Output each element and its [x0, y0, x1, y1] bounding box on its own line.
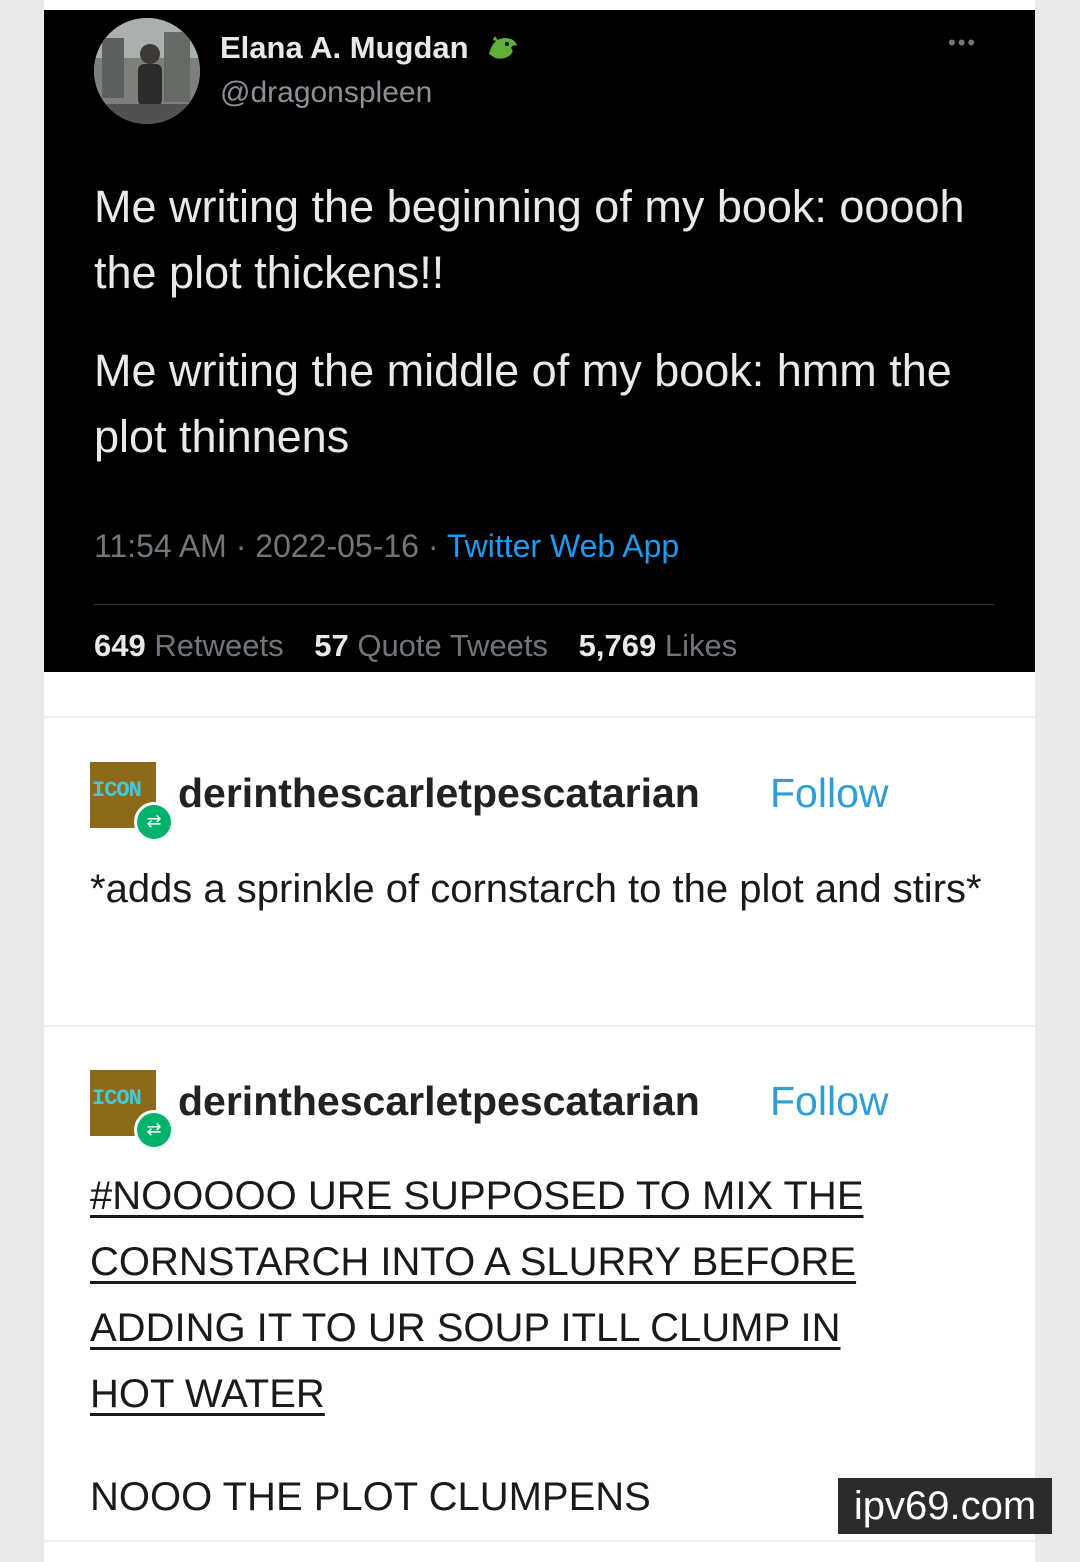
follow-button[interactable]: Follow	[770, 1078, 888, 1125]
tag-link[interactable]: CORNSTARCH INTO A SLURRY BEFORE	[90, 1240, 856, 1284]
meta-separator: ·	[235, 528, 256, 564]
display-name[interactable]: Elana A. Mugdan	[220, 30, 521, 66]
tweet-time[interactable]: 11:54 AM	[94, 528, 227, 564]
watermark: ipv69.com	[838, 1478, 1052, 1534]
tweet-stats: 649 Retweets 57 Quote Tweets 5,769 Likes	[94, 628, 759, 664]
user-avatar[interactable]: ICON ⇄	[90, 1070, 174, 1150]
avatar[interactable]	[94, 18, 200, 124]
post-separator	[44, 1025, 1035, 1027]
tweet-paragraph-2: Me writing the middle of my book: hmm th…	[94, 345, 952, 462]
reblog-icon: ⇄	[134, 802, 174, 842]
meta-separator: ·	[427, 528, 447, 564]
post-separator	[44, 716, 1035, 718]
likes-stat[interactable]: 5,769 Likes	[579, 628, 738, 663]
tweet-card: Elana A. Mugdan @dragonspleen ••• Me wri…	[44, 10, 1035, 672]
handle[interactable]: @dragonspleen	[220, 76, 432, 110]
tweet-meta: 11:54 AM · 2022-05-16 · Twitter Web App	[94, 528, 679, 565]
post-body: *adds a sprinkle of cornstarch to the pl…	[90, 867, 982, 911]
reblog-icon: ⇄	[134, 1110, 174, 1150]
username[interactable]: derinthescarletpescatarian	[178, 1078, 700, 1125]
tag-link[interactable]: HOT WATER	[90, 1372, 325, 1416]
post-tags: #NOOOOO URE SUPPOSED TO MIX THE CORNSTAR…	[90, 1163, 970, 1427]
tweet-paragraph-1: Me writing the beginning of my book: ooo…	[94, 181, 965, 298]
divider	[94, 604, 994, 605]
follow-button[interactable]: Follow	[770, 770, 888, 817]
tag-link[interactable]: #NOOOOO URE SUPPOSED TO MIX THE	[90, 1174, 864, 1218]
user-avatar[interactable]: ICON ⇄	[90, 762, 174, 842]
quote-tweets-stat[interactable]: 57 Quote Tweets	[314, 628, 556, 663]
post-separator	[44, 1540, 1035, 1542]
username[interactable]: derinthescarletpescatarian	[178, 770, 700, 817]
tweet-date[interactable]: 2022-05-16	[255, 528, 419, 564]
more-options-icon[interactable]: •••	[948, 32, 988, 54]
dragon-icon	[485, 32, 521, 62]
retweets-stat[interactable]: 649 Retweets	[94, 628, 292, 663]
tweet-source-link[interactable]: Twitter Web App	[447, 528, 679, 564]
tag-link[interactable]: ADDING IT TO UR SOUP ITLL CLUMP IN	[90, 1306, 841, 1350]
